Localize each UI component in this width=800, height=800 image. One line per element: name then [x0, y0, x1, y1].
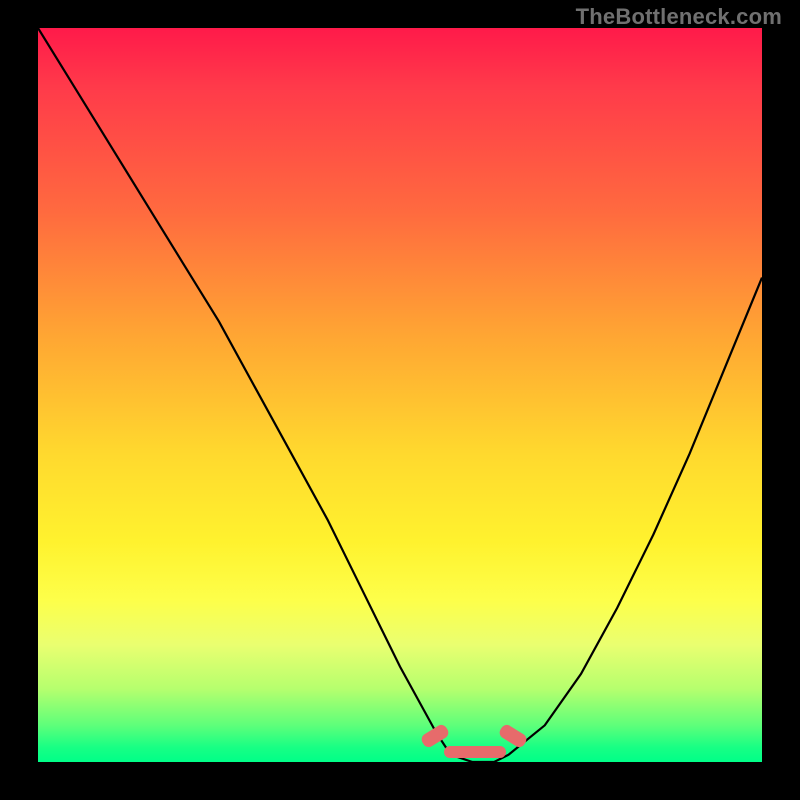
highlight-bottom: [444, 746, 506, 758]
watermark-text: TheBottleneck.com: [576, 4, 782, 30]
chart-frame: TheBottleneck.com: [0, 0, 800, 800]
plot-area: [38, 28, 762, 762]
curve-layer: [38, 28, 762, 762]
bottleneck-curve: [38, 28, 762, 762]
